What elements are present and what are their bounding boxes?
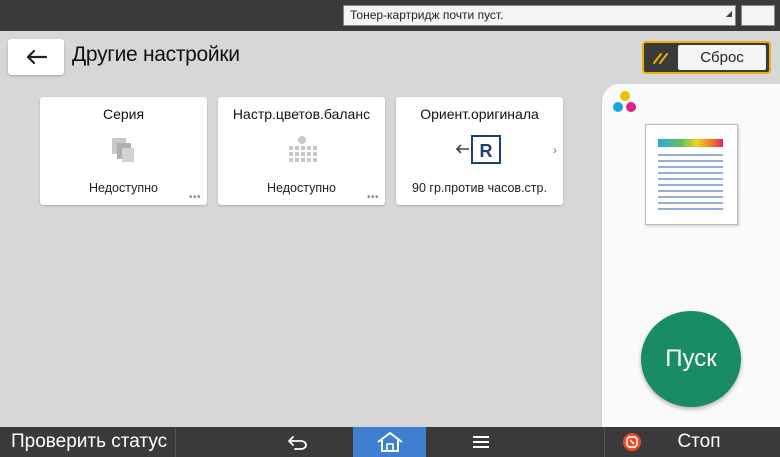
moon-button[interactable] bbox=[741, 5, 775, 26]
setting-title: Ориент.оригинала bbox=[420, 106, 539, 122]
color-mode-icon[interactable] bbox=[612, 90, 638, 116]
document-preview[interactable] bbox=[645, 124, 738, 225]
setting-title: Серия bbox=[102, 106, 145, 122]
home-button[interactable] bbox=[353, 427, 426, 457]
stop-icon bbox=[623, 433, 641, 451]
color-balance-icon bbox=[288, 136, 317, 162]
menu-icon bbox=[473, 436, 489, 448]
more-dots-icon: ••• bbox=[366, 192, 379, 203]
toner-message: Тонер-картридж почти пуст. bbox=[350, 8, 504, 22]
orientation-icon: R bbox=[455, 135, 501, 164]
back-arrow-icon bbox=[26, 49, 47, 65]
more-dots-icon: ••• bbox=[188, 192, 201, 203]
reset-icon bbox=[653, 52, 668, 64]
setting-title: Настр.цветов.баланс bbox=[232, 106, 371, 122]
reset-label: Сброс bbox=[678, 45, 766, 70]
stop-label: Стоп bbox=[677, 431, 721, 452]
setting-value: 90 гр.против часов.стр. bbox=[412, 181, 547, 195]
series-icon bbox=[111, 138, 134, 162]
reset-button[interactable]: Сброс bbox=[642, 41, 771, 74]
setting-card-orientation[interactable]: Ориент.оригинала R › 90 гр.против часов.… bbox=[396, 97, 563, 205]
check-status-label: Проверить статус bbox=[11, 431, 168, 452]
toner-message-box[interactable]: Тонер-картридж почти пуст. ◢ bbox=[343, 5, 736, 26]
setting-card-color-balance[interactable]: Настр.цветов.баланс Недоступно ••• bbox=[218, 97, 385, 205]
start-button[interactable]: Пуск bbox=[641, 311, 741, 407]
back-button[interactable] bbox=[8, 39, 64, 75]
home-icon bbox=[376, 432, 403, 452]
menu-button[interactable] bbox=[446, 427, 516, 457]
svg-text:R: R bbox=[479, 141, 492, 161]
document-thumbnail-icon bbox=[658, 139, 723, 210]
chevron-right-icon: › bbox=[553, 143, 557, 157]
start-label: Пуск bbox=[665, 345, 717, 372]
setting-value: Недоступно bbox=[89, 181, 158, 195]
page-title: Другие настройки bbox=[72, 43, 240, 66]
nav-back-button[interactable] bbox=[263, 427, 333, 457]
undo-arrow-icon bbox=[288, 436, 307, 450]
setting-value: Недоступно bbox=[267, 181, 336, 195]
check-status-button[interactable]: Проверить статус bbox=[0, 427, 176, 457]
stop-button[interactable]: Стоп bbox=[604, 427, 780, 457]
moon-icon bbox=[754, 8, 761, 23]
resize-grip-icon: ◢ bbox=[725, 9, 732, 18]
setting-card-series[interactable]: Серия Недоступно ••• bbox=[40, 97, 207, 205]
